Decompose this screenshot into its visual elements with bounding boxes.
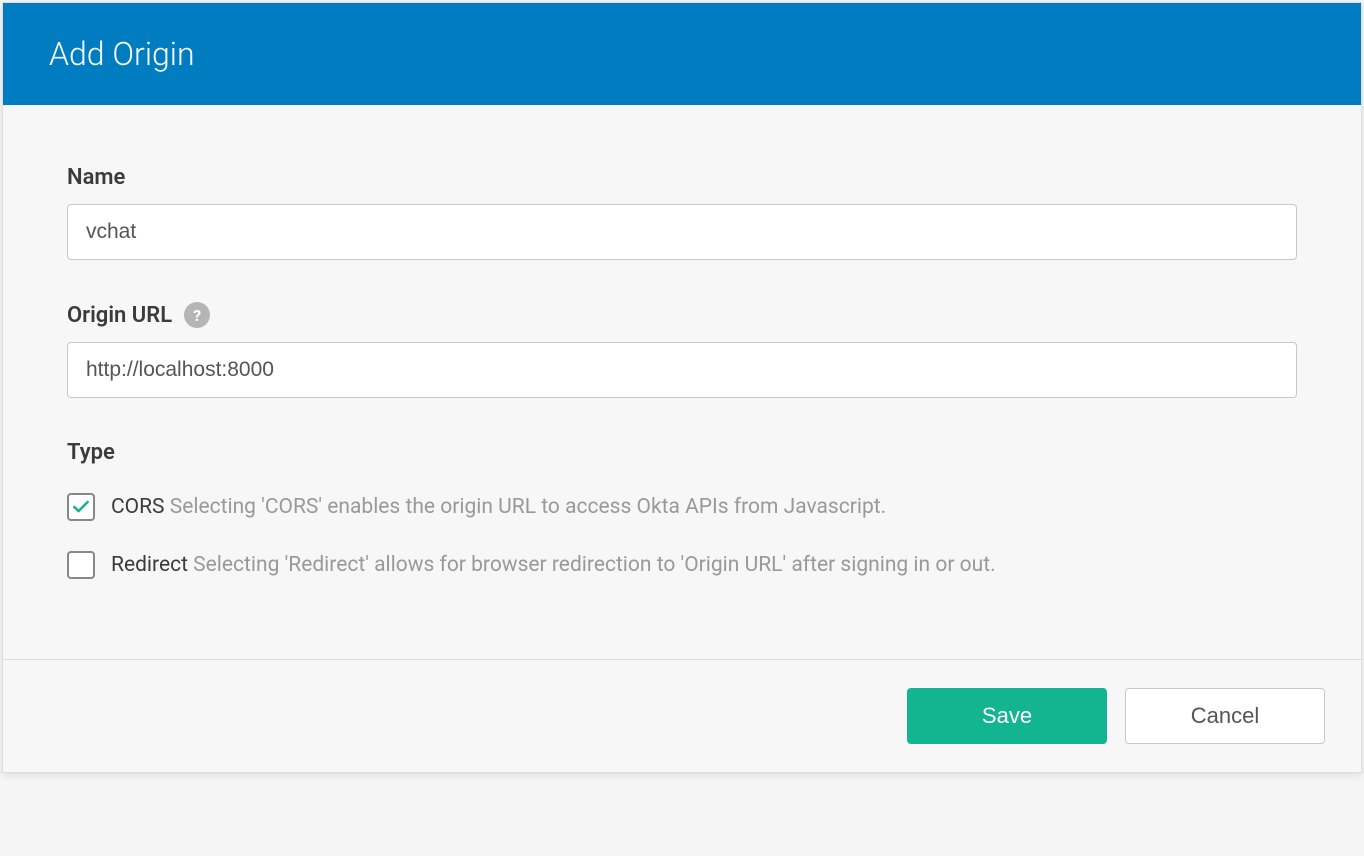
save-button[interactable]: Save	[907, 688, 1107, 744]
origin-url-label-row: Origin URL ?	[67, 302, 1297, 328]
cors-option-name: CORS	[111, 495, 165, 519]
name-field-group: Name	[67, 165, 1297, 260]
origin-url-input[interactable]	[67, 342, 1297, 398]
checkmark-icon	[71, 497, 91, 517]
type-label: Type	[67, 440, 1297, 465]
cors-option-desc: Selecting 'CORS' enables the origin URL …	[170, 495, 886, 519]
modal-header: Add Origin	[3, 3, 1361, 105]
redirect-option-row: Redirect Selecting 'Redirect' allows for…	[67, 551, 1297, 579]
modal-body: Name Origin URL ? Type CORS	[3, 105, 1361, 659]
cors-checkbox[interactable]	[67, 493, 95, 521]
cors-option-text: CORS Selecting 'CORS' enables the origin…	[111, 495, 886, 519]
redirect-option-desc: Selecting 'Redirect' allows for browser …	[193, 553, 995, 577]
help-icon[interactable]: ?	[184, 302, 210, 328]
cors-option-row: CORS Selecting 'CORS' enables the origin…	[67, 493, 1297, 521]
cancel-button[interactable]: Cancel	[1125, 688, 1325, 744]
name-label: Name	[67, 165, 1297, 190]
add-origin-modal: Add Origin Name Origin URL ? Type	[2, 2, 1362, 773]
redirect-option-text: Redirect Selecting 'Redirect' allows for…	[111, 553, 996, 577]
origin-url-label: Origin URL	[67, 303, 172, 328]
type-section: Type CORS Selecting 'CORS' enables the o…	[67, 440, 1297, 579]
redirect-option-name: Redirect	[111, 553, 188, 577]
redirect-checkbox[interactable]	[67, 551, 95, 579]
modal-title: Add Origin	[49, 35, 1315, 73]
origin-url-field-group: Origin URL ?	[67, 302, 1297, 398]
name-input[interactable]	[67, 204, 1297, 260]
modal-footer: Save Cancel	[3, 659, 1361, 772]
